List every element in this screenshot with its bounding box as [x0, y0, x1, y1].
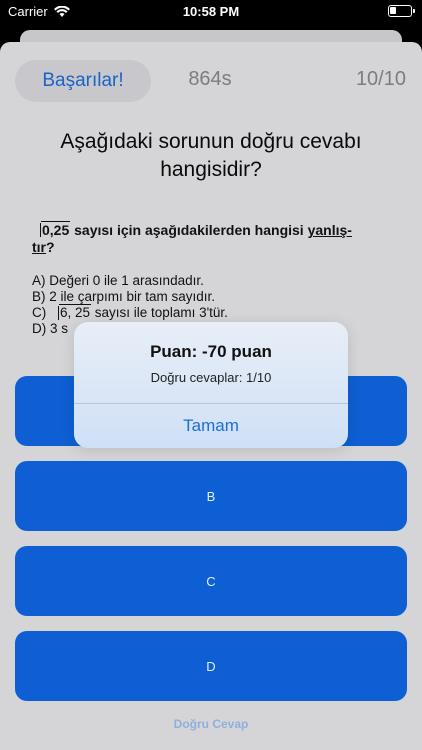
status-bar: Carrier 10:58 PM: [0, 0, 422, 22]
option-a-text: A) Değeri 0 ile 1 arasındadır.: [32, 273, 204, 288]
status-time: 10:58 PM: [182, 4, 240, 19]
timer-label: 864s: [188, 68, 232, 90]
score-alert: Puan: -70 puan Doğru cevaplar: 1/10 Tama…: [74, 322, 348, 448]
alert-message: Doğru cevaplar: 1/10: [150, 370, 272, 385]
option-c-sqrt-symbol: 6, 25: [50, 304, 92, 321]
answer-button-d[interactable]: D: [15, 631, 407, 701]
option-c-sqrt-value: 6, 25: [59, 304, 92, 320]
achievements-button[interactable]: Başarılar!: [15, 60, 151, 102]
option-c-text: C) 6, 25 sayısı ile toplamı 3'tür.: [32, 304, 392, 321]
alert-ok-button[interactable]: Tamam: [74, 404, 348, 448]
option-b-text: B) 2 ile çarpımı bir tam sayıdır.: [32, 289, 216, 304]
sqrt-symbol: 0,25: [32, 221, 71, 239]
question-stem-line2: tır?: [32, 239, 392, 256]
answer-button-b[interactable]: B: [15, 461, 407, 531]
battery-level: [390, 7, 396, 14]
question-stem-underlined: yanlış-: [307, 222, 352, 238]
question-stem: 0,25 sayısı için aşağıdakilerden hangisi…: [32, 221, 392, 239]
option-c-rest: sayısı ile toplamı 3'tür.: [91, 305, 228, 320]
question-title: Aşağıdaki sorunun doğru cevabı hangisidi…: [60, 130, 362, 181]
option-c-prefix: C): [32, 305, 50, 320]
answer-button-c[interactable]: C: [15, 546, 407, 616]
question-stem-end: ?: [46, 239, 55, 255]
alert-title: Puan: -70 puan: [150, 342, 272, 361]
question-progress: 10/10: [355, 68, 406, 90]
battery-icon: [388, 5, 415, 17]
question-image: 0,25 sayısı için aşağıdakilerden hangisi…: [32, 221, 392, 337]
alert-body: Puan: -70 puan Doğru cevaplar: 1/10: [74, 322, 348, 403]
sqrt-value: 0,25: [41, 221, 71, 238]
question-stem-underlined-2: tır: [32, 239, 46, 255]
correct-answer-button[interactable]: Doğru Cevap: [0, 717, 422, 731]
question-stem-text: sayısı için aşağıdakilerden hangisi: [70, 222, 308, 238]
